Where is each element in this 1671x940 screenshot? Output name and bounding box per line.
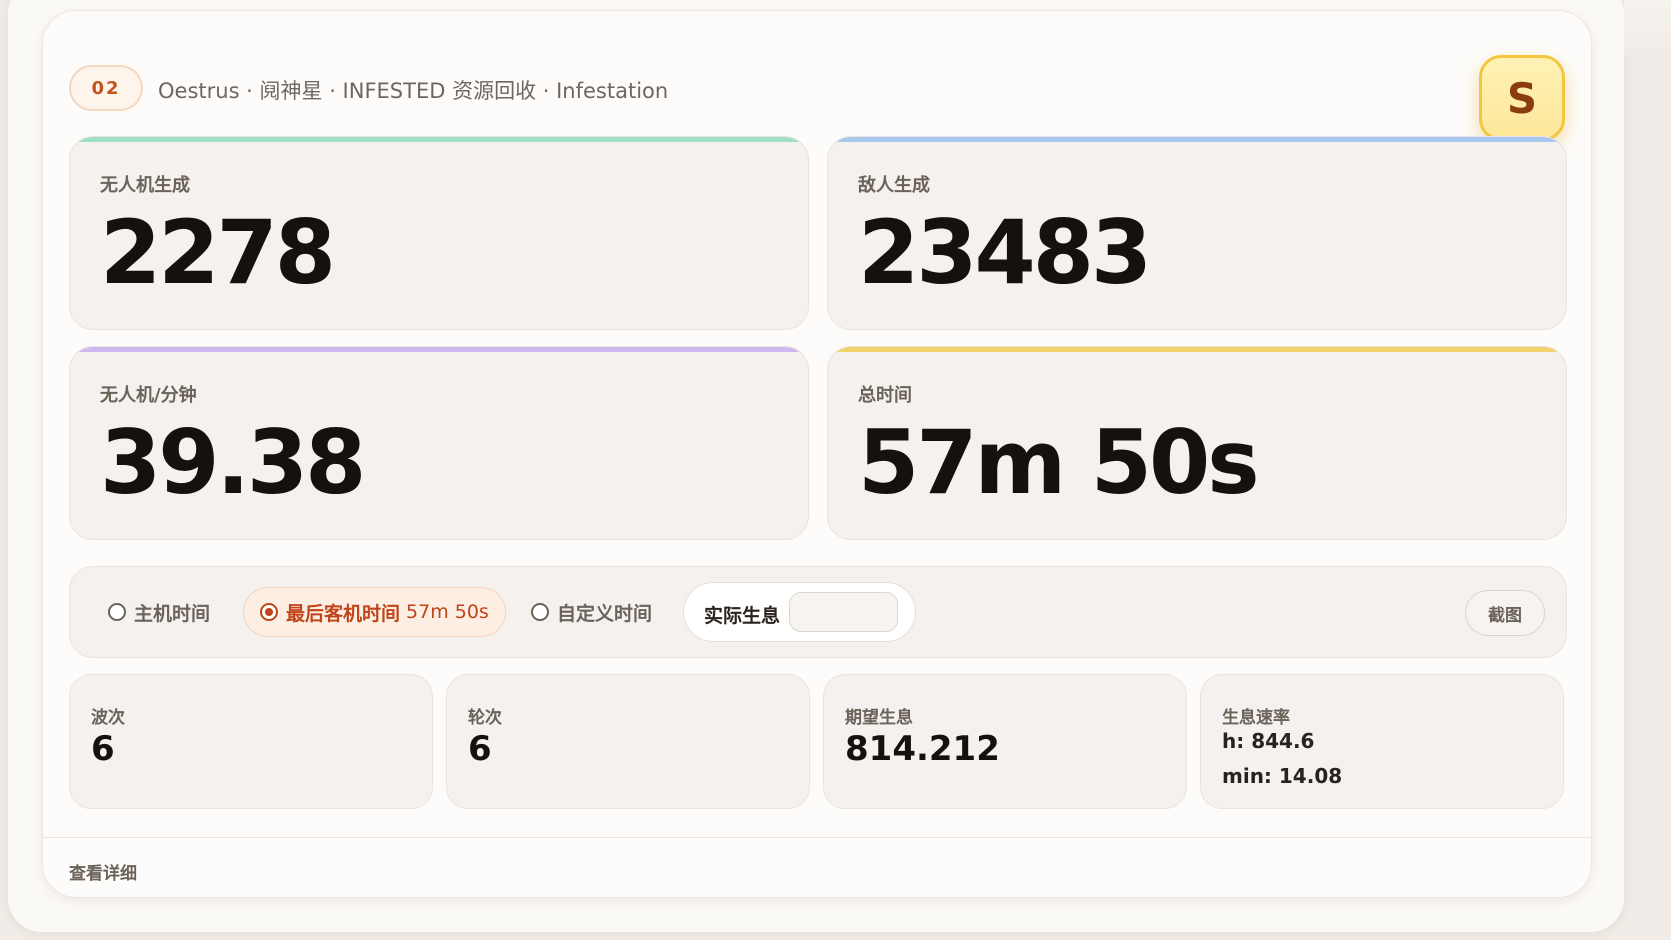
radio-selected-icon [260,603,278,621]
mission-number-badge: 02 [69,65,143,111]
enemy-spawn-label: 敌人生成 [858,175,930,196]
accent-bar [70,347,808,352]
host-time-label: 主机时间 [134,602,211,625]
last-client-time-radio[interactable]: 最后客机时间 57m 50s [243,587,506,637]
mission-card: 02 Oestrus · 阋神星 · INFESTED 资源回收 · Infes… [42,10,1592,898]
rank-badge: S [1479,55,1565,141]
life-support-rate-label: 生息速率 [1222,708,1290,728]
drones-per-minute-card: 无人机/分钟 39.38 [69,346,809,540]
waves-label: 波次 [91,708,125,728]
actual-life-support-label: 实际生息 [704,605,781,627]
host-time-radio[interactable]: 主机时间 [108,587,210,637]
rounds-label: 轮次 [468,708,502,728]
expected-life-support-value: 814.212 [845,729,1000,769]
view-details-link[interactable]: 查看详细 [69,859,137,884]
waves-value: 6 [91,729,115,769]
accent-bar [828,347,1566,352]
expected-life-support-card: 期望生息 814.212 [823,674,1187,809]
life-support-rate-card: 生息速率 h: 844.6 min: 14.08 [1200,674,1564,809]
radio-circle-icon [108,603,126,621]
accent-bar [70,137,808,142]
time-source-controls: 主机时间 最后客机时间 57m 50s 自定义时间 实际生息 截图 [69,566,1567,658]
mission-header: 02 Oestrus · 阋神星 · INFESTED 资源回收 · Infes… [69,55,1565,141]
total-time-label: 总时间 [858,385,912,406]
background-edge [1624,0,1671,56]
rounds-card: 轮次 6 [446,674,810,809]
rate-per-hour: h: 844.6 [1222,729,1315,753]
enemy-spawn-value: 23483 [858,201,1152,304]
last-client-time-label: 最后客机时间 [286,602,401,625]
drones-per-minute-value: 39.38 [100,411,366,514]
mission-title: Oestrus · 阋神星 · INFESTED 资源回收 · Infestat… [158,79,669,103]
actual-life-support-field: 实际生息 [683,582,916,642]
drone-spawn-value: 2278 [100,201,336,304]
accent-bar [828,137,1566,142]
drone-spawn-label: 无人机生成 [100,175,190,196]
actual-life-support-input[interactable] [789,592,898,632]
custom-time-label: 自定义时间 [557,602,653,625]
enemy-spawn-card: 敌人生成 23483 [827,136,1567,330]
radio-circle-icon [531,603,549,621]
rate-per-minute: min: 14.08 [1222,764,1343,788]
total-time-value: 57m 50s [858,411,1260,514]
total-time-card: 总时间 57m 50s [827,346,1567,540]
last-client-time-value: 57m 50s [406,601,489,623]
drones-per-minute-label: 无人机/分钟 [100,385,197,406]
custom-time-radio[interactable]: 自定义时间 [531,587,652,637]
drone-spawn-card: 无人机生成 2278 [69,136,809,330]
waves-card: 波次 6 [69,674,433,809]
expected-life-support-label: 期望生息 [845,708,913,728]
rounds-value: 6 [468,729,492,769]
screenshot-button[interactable]: 截图 [1465,590,1545,636]
footer-divider [43,837,1591,838]
